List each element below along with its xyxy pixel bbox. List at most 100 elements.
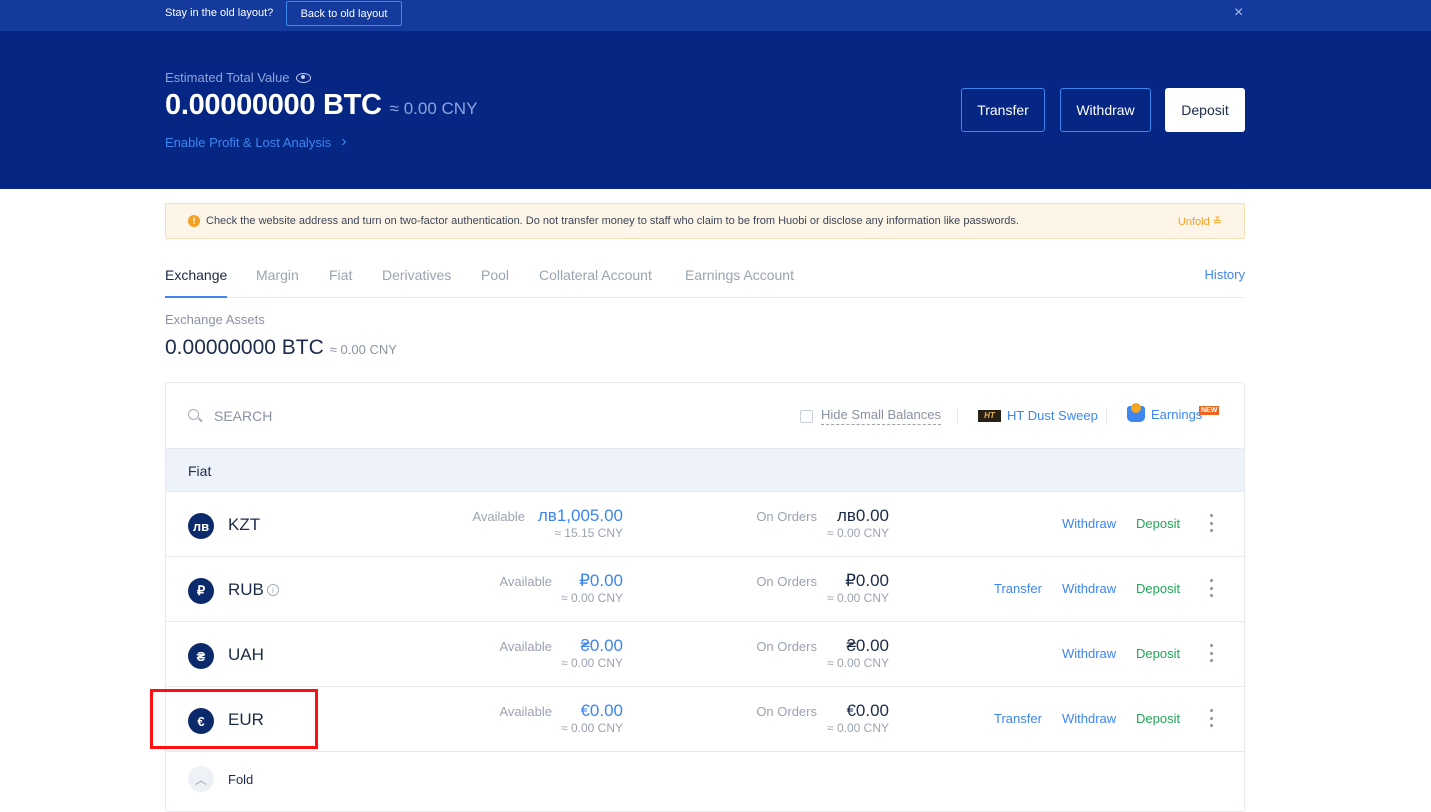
- deposit-link[interactable]: Deposit: [1136, 711, 1180, 726]
- notice-text: Check the website address and turn on tw…: [206, 215, 1019, 227]
- available-cny: ≈ 0.00 CNY: [561, 591, 623, 605]
- more-options-icon[interactable]: [1210, 579, 1214, 597]
- more-options-icon[interactable]: [1210, 514, 1214, 532]
- rub-coin-icon: ₽: [188, 578, 214, 604]
- deposit-link[interactable]: Deposit: [1136, 581, 1180, 596]
- coin-name: KZT: [228, 515, 260, 535]
- on-orders-label: On Orders: [756, 574, 817, 589]
- layout-question: Stay in the old layout?: [165, 7, 274, 19]
- on-orders-amount: On Orders ₴0.00 ≈ 0.00 CNY: [756, 636, 889, 671]
- deposit-button[interactable]: Deposit: [1165, 88, 1245, 132]
- tab-fiat[interactable]: Fiat: [329, 267, 352, 283]
- on-orders-cny: ≈ 0.00 CNY: [827, 656, 889, 670]
- on-orders-cny: ≈ 0.00 CNY: [827, 721, 889, 735]
- tab-collateral-account[interactable]: Collateral Account: [539, 267, 652, 283]
- warning-icon: !: [188, 215, 200, 227]
- back-to-old-layout-button[interactable]: Back to old layout: [286, 1, 402, 26]
- uah-coin-icon: ₴: [188, 643, 214, 669]
- asset-row-rub: ₽ RUB i Available ₽0.00 ≈ 0.00 CNY On Or…: [166, 557, 1244, 622]
- available-value: ₽0.00: [579, 571, 623, 590]
- search-input[interactable]: [214, 405, 514, 427]
- on-orders-amount: On Orders лв0.00 ≈ 0.00 CNY: [756, 506, 889, 541]
- ht-token-icon: HT: [978, 409, 1001, 422]
- asset-row-uah: ₴ UAH Available ₴0.00 ≈ 0.00 CNY On Orde…: [166, 622, 1244, 687]
- transfer-link[interactable]: Transfer: [994, 711, 1042, 726]
- exchange-assets-value: 0.00000000 BTC ≈ 0.00 CNY: [165, 336, 397, 360]
- history-link[interactable]: History: [1205, 267, 1245, 282]
- eye-icon[interactable]: [295, 72, 311, 83]
- assets-panel: Hide Small Balances HT HT Dust Sweep Ear…: [165, 382, 1245, 812]
- on-orders-value: €0.00: [846, 701, 889, 720]
- eur-coin-icon: €: [188, 708, 214, 734]
- on-orders-label: On Orders: [756, 639, 817, 654]
- exchange-assets-cny: ≈ 0.00 CNY: [329, 342, 397, 357]
- chevron-right-icon: ›: [341, 133, 347, 150]
- deposit-link[interactable]: Deposit: [1136, 516, 1180, 531]
- hide-small-balances-toggle[interactable]: Hide Small Balances: [800, 407, 941, 425]
- coin-name: UAH: [228, 645, 264, 665]
- tab-margin[interactable]: Margin: [256, 267, 299, 283]
- total-cny: ≈ 0.00 CNY: [389, 99, 478, 118]
- asset-row-kzt: лв KZT Available лв1,005.00 ≈ 15.15 CNY …: [166, 492, 1244, 557]
- divider: [1106, 409, 1107, 423]
- fold-label: Fold: [228, 772, 254, 787]
- available-amount: Available ₴0.00 ≈ 0.00 CNY: [499, 636, 623, 671]
- total-value: 0.00000000 BTC ≈ 0.00 CNY: [165, 89, 477, 122]
- earnings-wallet-icon: [1127, 403, 1145, 422]
- transfer-button[interactable]: Transfer: [961, 88, 1045, 132]
- on-orders-value: ₽0.00: [845, 571, 889, 590]
- withdraw-button[interactable]: Withdraw: [1060, 88, 1151, 132]
- tab-exchange[interactable]: Exchange: [165, 267, 228, 298]
- exchange-assets-btc: 0.00000000 BTC: [165, 336, 324, 359]
- kzt-coin-icon: лв: [188, 513, 214, 539]
- transfer-link[interactable]: Transfer: [994, 581, 1042, 596]
- available-amount: Available ₽0.00 ≈ 0.00 CNY: [499, 571, 623, 606]
- available-value: лв1,005.00: [537, 506, 623, 525]
- estimated-total-label: Estimated Total Value: [165, 70, 311, 85]
- coin-name-text: EUR: [228, 710, 264, 729]
- tab-pool[interactable]: Pool: [481, 267, 509, 283]
- withdraw-link[interactable]: Withdraw: [1062, 711, 1116, 726]
- available-label: Available: [472, 509, 525, 524]
- ht-dust-sweep-link[interactable]: HT HT Dust Sweep: [978, 408, 1098, 423]
- withdraw-link[interactable]: Withdraw: [1062, 581, 1116, 596]
- total-value-header: Estimated Total Value 0.00000000 BTC ≈ 0…: [0, 31, 1431, 189]
- hide-small-checkbox[interactable]: [800, 409, 813, 423]
- available-label: Available: [499, 704, 552, 719]
- available-cny: ≈ 0.00 CNY: [561, 656, 623, 670]
- asset-row-eur: € EUR Available €0.00 ≈ 0.00 CNY On Orde…: [166, 687, 1244, 752]
- available-label: Available: [499, 574, 552, 589]
- estimated-total-text: Estimated Total Value: [165, 70, 290, 85]
- unfold-button[interactable]: Unfold ≚: [1178, 215, 1222, 228]
- close-icon[interactable]: ×: [1234, 5, 1243, 21]
- on-orders-label: On Orders: [756, 509, 817, 524]
- security-notice: ! Check the website address and turn on …: [165, 203, 1245, 239]
- coin-name-text: KZT: [228, 515, 261, 534]
- fold-button[interactable]: ︿ Fold: [166, 752, 1244, 806]
- coin-name: EUR: [228, 710, 264, 730]
- on-orders-cny: ≈ 0.00 CNY: [827, 526, 889, 540]
- on-orders-label: On Orders: [756, 704, 817, 719]
- info-icon[interactable]: i: [266, 584, 279, 596]
- chevron-up-icon: ︿: [188, 766, 214, 792]
- group-header-fiat: Fiat: [166, 448, 1244, 492]
- more-options-icon[interactable]: [1210, 644, 1214, 662]
- hide-small-label: Hide Small Balances: [821, 407, 941, 425]
- on-orders-value: лв0.00: [836, 506, 889, 525]
- tab-earnings-account[interactable]: Earnings Account: [685, 267, 794, 283]
- earnings-link[interactable]: Earnings: [1127, 403, 1202, 422]
- divider: [957, 409, 958, 423]
- total-btc: 0.00000000 BTC: [165, 89, 382, 121]
- coin-name-text: UAH: [228, 645, 264, 664]
- coin-name: RUB i: [228, 580, 279, 600]
- deposit-link[interactable]: Deposit: [1136, 646, 1180, 661]
- more-options-icon[interactable]: [1210, 709, 1214, 727]
- withdraw-link[interactable]: Withdraw: [1062, 646, 1116, 661]
- profit-loss-link[interactable]: Enable Profit & Lost Analysis ›: [165, 133, 347, 151]
- group-label: Fiat: [188, 463, 212, 479]
- on-orders-amount: On Orders €0.00 ≈ 0.00 CNY: [756, 701, 889, 736]
- available-cny: ≈ 0.00 CNY: [561, 721, 623, 735]
- withdraw-link[interactable]: Withdraw: [1062, 516, 1116, 531]
- tab-derivatives[interactable]: Derivatives: [382, 267, 451, 283]
- on-orders-cny: ≈ 0.00 CNY: [827, 591, 889, 605]
